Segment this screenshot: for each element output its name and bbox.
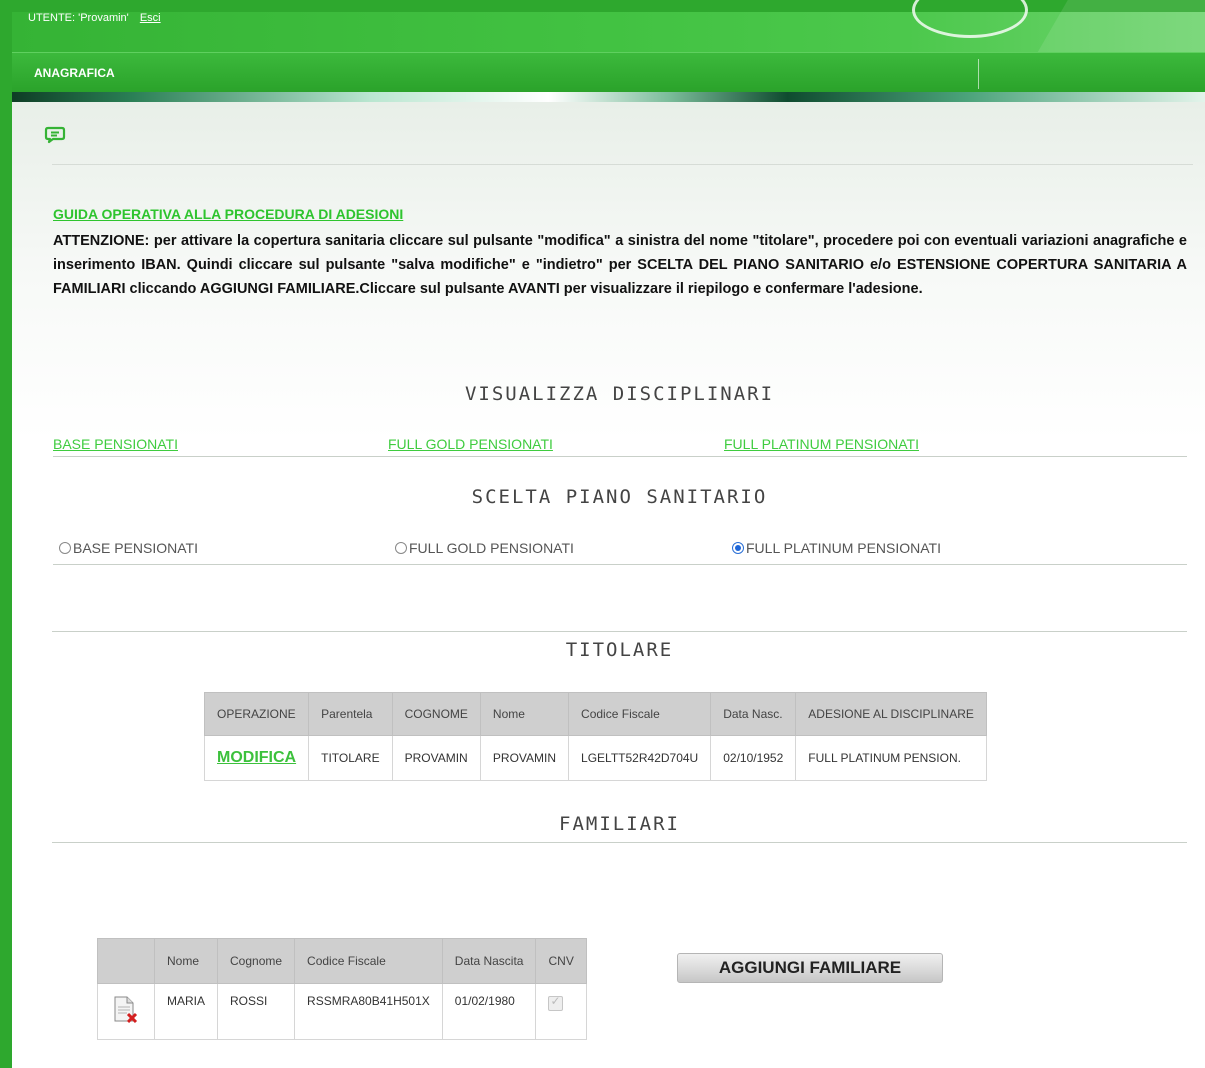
table-header-row: OPERAZIONE Parentela COGNOME Nome Codice… <box>203 692 987 736</box>
data-nascita-cell: 01/02/1980 <box>441 983 537 1040</box>
radio-option-base[interactable]: BASE PENSIONATI <box>59 540 198 556</box>
link-full-gold-pensionati[interactable]: FULL GOLD PENSIONATI <box>388 436 553 452</box>
table-header-row: Nome Cognome Codice Fiscale Data Nascita… <box>97 938 587 984</box>
cognome-cell: PROVAMIN <box>391 735 481 781</box>
delete-cell <box>97 983 155 1040</box>
cnv-checkbox <box>548 994 564 1011</box>
disciplinari-links: BASE PENSIONATI FULL GOLD PENSIONATI FUL… <box>53 436 1187 457</box>
radio-option-full-platinum[interactable]: FULL PLATINUM PENSIONATI <box>732 540 941 556</box>
user-label: UTENTE: 'Provamin' <box>28 12 129 24</box>
parentela-cell: TITOLARE <box>308 735 393 781</box>
cnv-cell <box>535 983 587 1040</box>
guide-link[interactable]: GUIDA OPERATIVA ALLA PROCEDURA DI ADESIO… <box>53 206 403 222</box>
logout-link[interactable]: Esci <box>140 12 161 24</box>
column-header: Codice Fiscale <box>568 692 712 736</box>
divider <box>52 164 1193 165</box>
titolare-table: OPERAZIONE Parentela COGNOME Nome Codice… <box>203 692 987 781</box>
radio-label: BASE PENSIONATI <box>73 540 198 556</box>
radio-label: FULL PLATINUM PENSIONATI <box>746 540 941 556</box>
add-familiare-button[interactable]: AGGIUNGI FAMILIARE <box>677 953 943 983</box>
nav-bar: ANAGRAFICA <box>12 52 1205 93</box>
codice-fiscale-cell: LGELTT52R42D704U <box>568 735 712 781</box>
column-header: Parentela <box>308 692 393 736</box>
column-header: COGNOME <box>391 692 481 736</box>
nav-divider <box>978 59 979 89</box>
column-header: Data Nascita <box>441 938 537 984</box>
divider <box>52 842 1187 843</box>
notice-text: ATTENZIONE: per attivare la copertura sa… <box>53 233 1187 297</box>
piano-radio-group: BASE PENSIONATI FULL GOLD PENSIONATI FUL… <box>53 540 1187 565</box>
column-header: Codice Fiscale <box>294 938 443 984</box>
radio-button[interactable] <box>59 542 71 554</box>
radio-label: FULL GOLD PENSIONATI <box>409 540 574 556</box>
column-header: OPERAZIONE <box>203 692 310 736</box>
nome-cell: PROVAMIN <box>479 735 570 781</box>
table-row: MARIA ROSSI RSSMRA80B41H501X 01/02/1980 <box>97 983 587 1040</box>
operation-cell: MODIFICA <box>203 735 310 781</box>
adesione-cell: FULL PLATINUM PENSION. <box>795 735 987 781</box>
radio-button[interactable] <box>395 542 407 554</box>
column-header: Data Nasc. <box>710 692 797 736</box>
disciplinari-title: VISUALIZZA DISCIPLINARI <box>464 383 775 405</box>
nome-cell: MARIA <box>153 983 219 1040</box>
delete-document-icon[interactable] <box>110 994 140 1024</box>
column-header: Nome <box>479 692 570 736</box>
radio-option-full-gold[interactable]: FULL GOLD PENSIONATI <box>395 540 574 556</box>
divider <box>52 631 1187 632</box>
radio-button-selected[interactable] <box>732 542 744 554</box>
codice-fiscale-cell: RSSMRA80B41H501X <box>294 983 443 1040</box>
logo-swoosh <box>912 0 1028 38</box>
column-header: Cognome <box>217 938 296 984</box>
titolare-title: TITOLARE <box>565 639 674 661</box>
link-base-pensionati[interactable]: BASE PENSIONATI <box>53 436 178 452</box>
chat-icon[interactable] <box>44 126 66 144</box>
link-full-platinum-pensionati[interactable]: FULL PLATINUM PENSIONATI <box>724 436 919 452</box>
nav-title[interactable]: ANAGRAFICA <box>34 66 115 80</box>
table-row: MODIFICA TITOLARE PROVAMIN PROVAMIN LGEL… <box>203 735 987 781</box>
modifica-link[interactable]: MODIFICA <box>217 749 296 766</box>
column-header: Nome <box>153 938 219 984</box>
data-nascita-cell: 02/10/1952 <box>710 735 797 781</box>
top-bar <box>12 0 1205 132</box>
user-box: UTENTE: 'Provamin' Esci <box>28 12 161 24</box>
cognome-cell: ROSSI <box>217 983 296 1040</box>
column-header: CNV <box>535 938 587 984</box>
column-header <box>97 938 155 984</box>
familiari-table: Nome Cognome Codice Fiscale Data Nascita… <box>97 938 587 1040</box>
familiari-title: FAMILIARI <box>559 813 680 835</box>
decorative-stripe <box>12 92 1205 102</box>
column-header: ADESIONE AL DISCIPLINARE <box>795 692 987 736</box>
piano-title: SCELTA PIANO SANITARIO <box>471 486 768 508</box>
